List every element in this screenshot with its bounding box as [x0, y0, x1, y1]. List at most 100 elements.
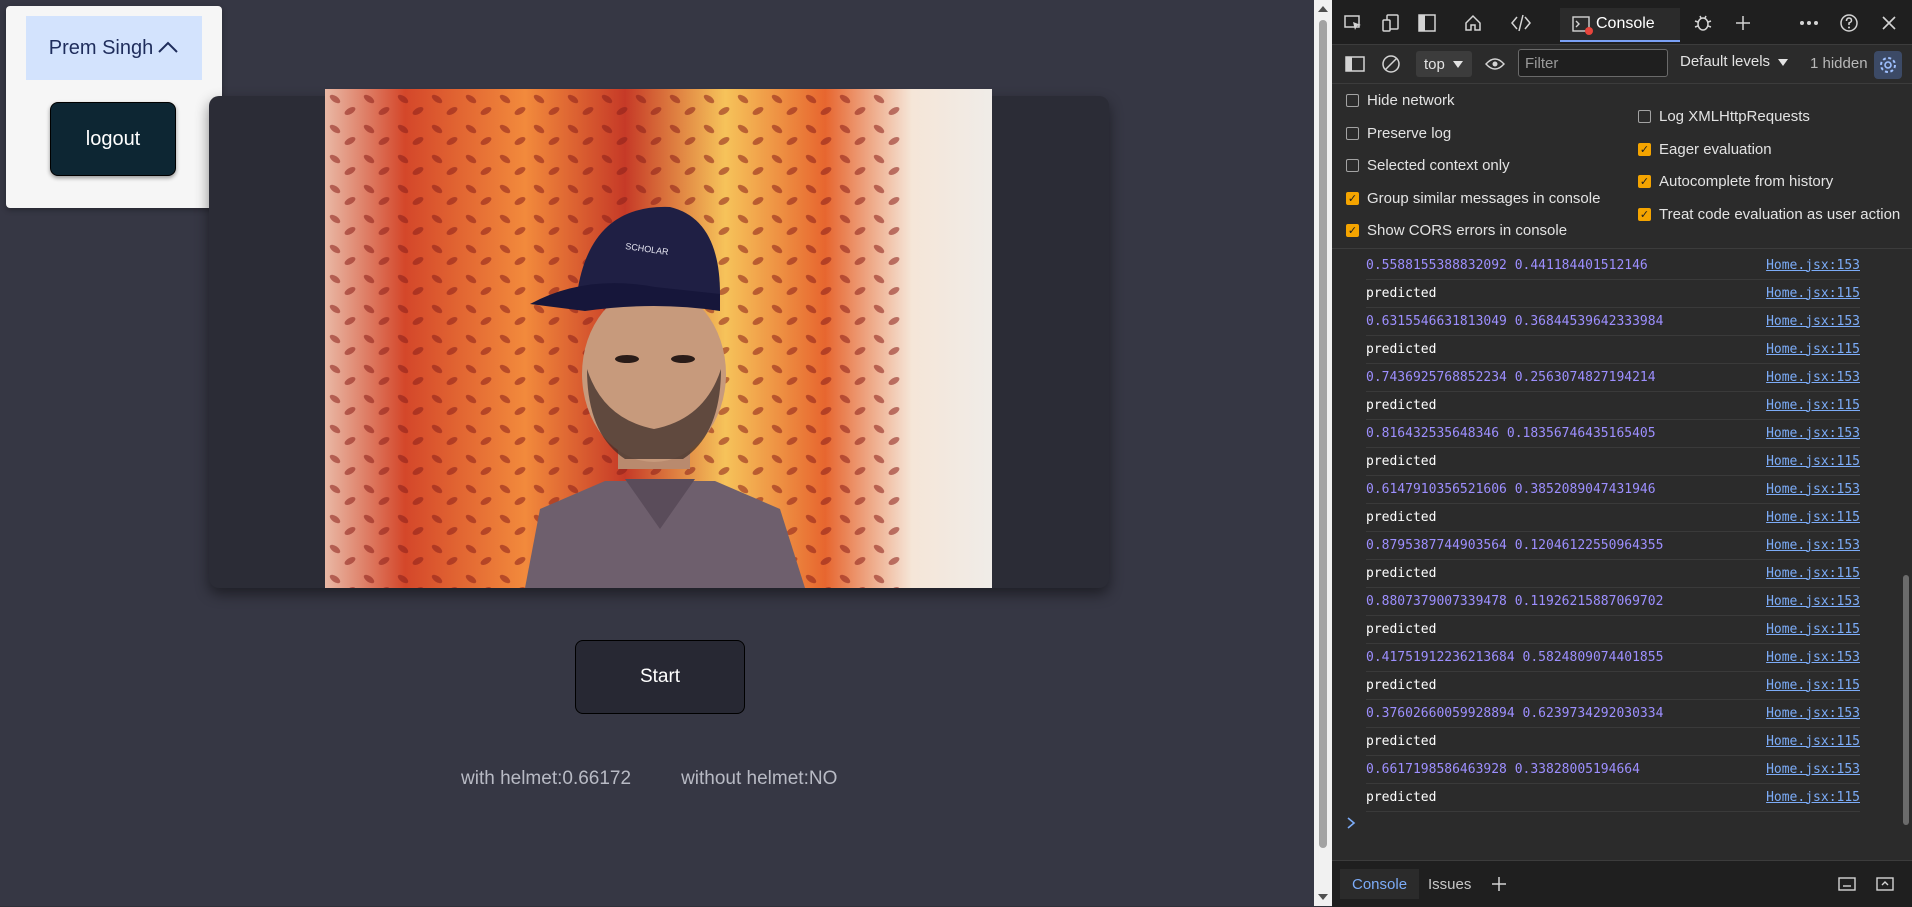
log-source-link[interactable]: Home.jsx:153	[1766, 650, 1860, 665]
log-message: predicted	[1366, 453, 1437, 469]
log-row: predicted Home.jsx:115	[1366, 279, 1860, 308]
log-message: 0.6147910356521606 0.3852089047431946	[1366, 481, 1656, 497]
console-prompt-chevron-icon[interactable]	[1346, 816, 1356, 833]
with-helmet-score: with helmet:0.66172	[461, 768, 632, 789]
help-icon[interactable]	[1836, 10, 1862, 36]
device-emulation-icon[interactable]	[1378, 10, 1404, 36]
log-source-link[interactable]: Home.jsx:115	[1766, 734, 1860, 749]
checkbox-group-similar[interactable]: ✓	[1346, 192, 1359, 205]
log-row: 0.6147910356521606 0.3852089047431946 Hom…	[1366, 475, 1860, 504]
drawer-tab-issues[interactable]: Issues	[1416, 869, 1483, 899]
live-expression-eye-icon[interactable]	[1482, 51, 1508, 77]
elements-code-icon[interactable]	[1508, 10, 1534, 36]
log-source-link[interactable]: Home.jsx:115	[1766, 286, 1860, 301]
dropdown-triangle-icon	[1452, 60, 1463, 68]
option-preserve-log[interactable]: Preserve log	[1346, 125, 1451, 142]
log-source-link[interactable]: Home.jsx:153	[1766, 426, 1860, 441]
log-source-link[interactable]: Home.jsx:153	[1766, 258, 1860, 273]
inspect-element-icon[interactable]	[1340, 10, 1366, 36]
log-row: predicted Home.jsx:115	[1366, 447, 1860, 476]
tab-console[interactable]: Console	[1560, 8, 1680, 42]
devtools-tab-bar: Console	[1332, 0, 1912, 45]
log-message: predicted	[1366, 677, 1437, 693]
console-scrollbar[interactable]	[1900, 249, 1912, 849]
log-row: 0.5588155388832092 0.441184401512146 Home…	[1366, 251, 1860, 280]
checkbox-hide-network[interactable]	[1346, 94, 1359, 107]
drawer-collapse-icon[interactable]	[1872, 871, 1898, 897]
drawer-tab-console[interactable]: Console	[1340, 869, 1420, 899]
context-select[interactable]: top	[1416, 51, 1472, 77]
checkbox-eager-evaluation[interactable]: ✓	[1638, 143, 1651, 156]
log-row: 0.41751912236213684 0.5824809074401855 Ho…	[1366, 643, 1860, 672]
log-source-link[interactable]: Home.jsx:153	[1766, 706, 1860, 721]
option-log-xhr[interactable]: Log XMLHttpRequests	[1638, 108, 1810, 125]
log-source-link[interactable]: Home.jsx:115	[1766, 398, 1860, 413]
sidebar-toggle-icon[interactable]	[1342, 51, 1368, 77]
log-message: 0.6617198586463928 0.33828005194664	[1366, 761, 1640, 777]
close-devtools-icon[interactable]	[1876, 10, 1902, 36]
option-label: Log XMLHttpRequests	[1659, 108, 1810, 125]
option-label: Eager evaluation	[1659, 141, 1772, 158]
clear-console-icon[interactable]	[1378, 51, 1404, 77]
scroll-up-arrow-icon[interactable]	[1318, 6, 1328, 12]
logout-button[interactable]: logout	[50, 102, 176, 176]
user-name: Prem Singh	[48, 36, 154, 59]
console-scroll-thumb[interactable]	[1903, 575, 1909, 825]
checkbox-log-xhr[interactable]	[1638, 110, 1651, 123]
checkbox-autocomplete-history[interactable]: ✓	[1638, 175, 1651, 188]
option-selected-context[interactable]: Selected context only	[1346, 157, 1510, 174]
console-icon	[1572, 16, 1593, 35]
log-message: 0.41751912236213684 0.5824809074401855	[1366, 649, 1664, 665]
log-source-link[interactable]: Home.jsx:115	[1766, 566, 1860, 581]
more-options-icon[interactable]	[1796, 10, 1822, 36]
option-autocomplete-history[interactable]: ✓ Autocomplete from history	[1638, 173, 1833, 190]
option-eager-evaluation[interactable]: ✓ Eager evaluation	[1638, 141, 1772, 158]
log-source-link[interactable]: Home.jsx:153	[1766, 370, 1860, 385]
drawer-add-tab-icon[interactable]	[1486, 871, 1512, 897]
checkbox-preserve-log[interactable]	[1346, 127, 1359, 140]
dock-side-icon[interactable]	[1414, 10, 1440, 36]
log-source-link[interactable]: Home.jsx:153	[1766, 762, 1860, 777]
checkbox-cors-errors[interactable]: ✓	[1346, 224, 1359, 237]
log-source-link[interactable]: Home.jsx:153	[1766, 538, 1860, 553]
console-settings-gear-icon[interactable]	[1874, 51, 1902, 79]
bug-icon[interactable]	[1690, 10, 1716, 36]
web-page: Prem Singh logout SCHOLAR Start with hel…	[0, 0, 1314, 906]
scroll-down-arrow-icon[interactable]	[1318, 894, 1328, 900]
page-scrollbar[interactable]	[1314, 0, 1332, 906]
filter-input[interactable]	[1518, 49, 1668, 77]
log-row: 0.6315546631813049 0.36844539642333984 Ho…	[1366, 307, 1860, 336]
log-levels-label: Default levels	[1680, 53, 1771, 70]
log-levels-dropdown[interactable]: Default levels	[1680, 53, 1789, 70]
user-menu-toggle[interactable]: Prem Singh	[26, 16, 202, 80]
option-cors-errors[interactable]: ✓ Show CORS errors in console	[1346, 222, 1567, 239]
checkbox-selected-context[interactable]	[1346, 159, 1359, 172]
page-scroll-thumb[interactable]	[1319, 20, 1327, 848]
log-row: predicted Home.jsx:115	[1366, 559, 1860, 588]
log-source-link[interactable]: Home.jsx:115	[1766, 622, 1860, 637]
log-row: predicted Home.jsx:115	[1366, 671, 1860, 700]
checkbox-treat-code-evaluation[interactable]: ✓	[1638, 208, 1651, 221]
welcome-home-icon[interactable]	[1460, 10, 1486, 36]
log-source-link[interactable]: Home.jsx:115	[1766, 342, 1860, 357]
option-treat-code-evaluation[interactable]: ✓ Treat code evaluation as user action	[1638, 206, 1900, 223]
log-message: predicted	[1366, 621, 1437, 637]
option-hide-network[interactable]: Hide network	[1346, 92, 1455, 109]
add-tab-icon[interactable]	[1730, 10, 1756, 36]
log-source-link[interactable]: Home.jsx:115	[1766, 454, 1860, 469]
log-source-link[interactable]: Home.jsx:115	[1766, 510, 1860, 525]
tab-console-label: Console	[1596, 15, 1655, 32]
option-group-similar[interactable]: ✓ Group similar messages in console	[1346, 190, 1600, 207]
drawer-dock-icon[interactable]	[1834, 871, 1860, 897]
log-message: 0.8807379007339478 0.11926215887069702	[1366, 593, 1664, 609]
log-source-link[interactable]: Home.jsx:153	[1766, 594, 1860, 609]
log-source-link[interactable]: Home.jsx:153	[1766, 314, 1860, 329]
log-source-link[interactable]: Home.jsx:115	[1766, 790, 1860, 805]
log-row: 0.7436925768852234 0.2563074827194214 Hom…	[1366, 363, 1860, 392]
log-message: 0.5588155388832092 0.441184401512146	[1366, 257, 1648, 273]
log-row: 0.37602660059928894 0.6239734292030334 Ho…	[1366, 699, 1860, 728]
log-row: predicted Home.jsx:115	[1366, 391, 1860, 420]
start-button[interactable]: Start	[575, 640, 745, 714]
log-source-link[interactable]: Home.jsx:153	[1766, 482, 1860, 497]
log-source-link[interactable]: Home.jsx:115	[1766, 678, 1860, 693]
